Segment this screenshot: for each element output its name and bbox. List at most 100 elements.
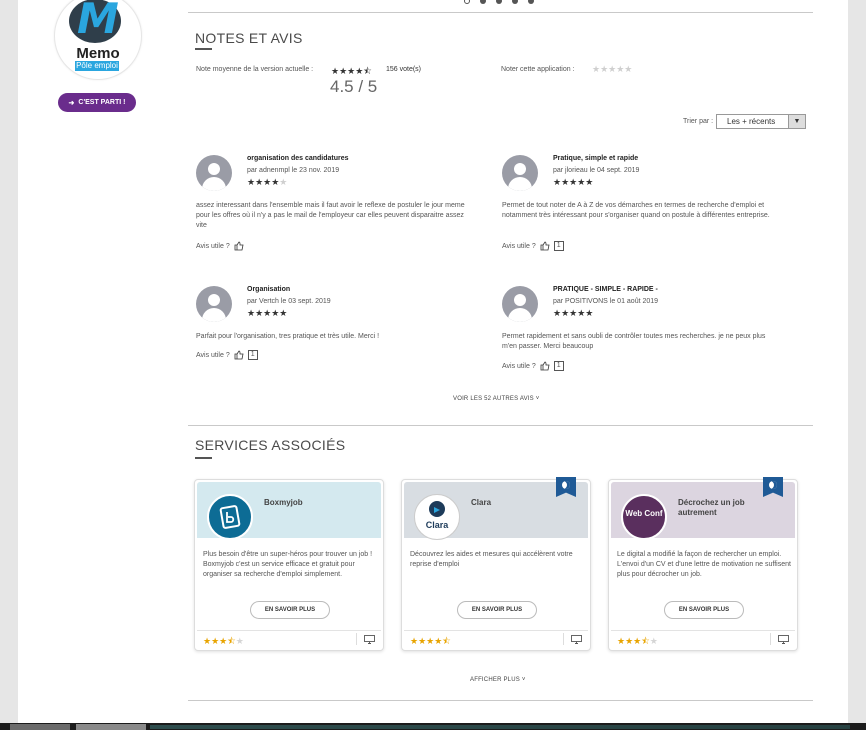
service-stars: ★★★⯪★ xyxy=(203,636,244,646)
carousel-dot[interactable] xyxy=(528,0,534,4)
review-title: Organisation xyxy=(247,286,291,293)
carousel-dot[interactable] xyxy=(464,0,470,4)
avatar xyxy=(196,286,232,322)
chevron-down-icon: ˅ xyxy=(535,396,540,402)
service-footer: ★★★★⯪ xyxy=(404,630,588,648)
divider xyxy=(188,425,813,426)
carousel-pagination xyxy=(464,0,534,4)
useful-count: 1 xyxy=(553,361,564,371)
review-author: par POSITIVONS le 01 août 2019 xyxy=(553,298,659,305)
review-stars: ★★★★★ xyxy=(247,308,288,318)
show-more-services-label: AFFICHER PLUS xyxy=(470,677,520,683)
boxmyjob-logo-icon xyxy=(207,494,253,540)
rate-app-label: Noter cette application : xyxy=(501,66,575,73)
taskbar-strip xyxy=(150,725,850,729)
carousel-dot[interactable] xyxy=(512,0,518,4)
vote-count: 156 vote(s) xyxy=(386,66,422,73)
service-card-clara[interactable]: Clara Clara Découvrez les aides et mesur… xyxy=(401,477,591,651)
review-text: Parfait pour l'organisation, tres pratiq… xyxy=(196,333,380,340)
review-title: Pratique, simple et rapide xyxy=(553,155,639,162)
review-stars: ★★★★★ xyxy=(553,308,594,318)
clara-logo-text: Clara xyxy=(425,520,449,530)
useful-count: 1 xyxy=(553,241,564,251)
app-logo: M Memo Pôle emploi xyxy=(54,0,142,80)
start-button[interactable]: ➜ C'EST PARTI ! xyxy=(58,93,136,112)
service-footer: ★★★⯪★ xyxy=(611,630,795,648)
thumbs-up-icon[interactable] xyxy=(234,350,244,360)
review-author: par jlorieau le 04 sept. 2019 xyxy=(553,167,640,174)
show-more-services-link[interactable]: AFFICHER PLUS ˅ xyxy=(470,677,526,683)
taskbar-item[interactable] xyxy=(76,724,146,730)
review-useful: Avis utile ? 1 xyxy=(502,241,564,251)
review-stars: ★★★★★ xyxy=(553,177,594,187)
divider xyxy=(356,633,357,645)
sort-select-value: Les + récents xyxy=(727,117,776,126)
title-underline xyxy=(195,48,212,50)
service-name: Clara xyxy=(471,498,492,507)
page-content: M Memo Pôle emploi ➜ C'EST PARTI ! NOTES… xyxy=(18,0,848,723)
avatar xyxy=(502,286,538,322)
divider xyxy=(188,700,813,701)
useful-label: Avis utile ? xyxy=(502,362,536,370)
thumbs-up-icon[interactable] xyxy=(540,241,550,251)
taskbar-item[interactable] xyxy=(10,724,70,730)
thumbs-up-icon[interactable] xyxy=(234,241,244,251)
ratings-title: NOTES ET AVIS xyxy=(195,30,303,46)
service-card-boxmyjob[interactable]: Boxmyjob Plus besoin d'être un super-hér… xyxy=(194,479,384,651)
service-stars: ★★★★⯪ xyxy=(410,636,451,646)
sort-select[interactable]: Les + récents ▼ xyxy=(716,114,806,129)
clara-logo-icon: Clara xyxy=(414,494,460,540)
see-more-reviews-link[interactable]: VOIR LES 52 AUTRES AVIS ˅ xyxy=(453,396,539,402)
sort-label: Trier par : xyxy=(683,118,714,125)
review-useful: Avis utile ? 1 xyxy=(196,350,258,360)
thumbs-up-icon[interactable] xyxy=(540,361,550,371)
service-description: Le digital a modifié la façon de recherc… xyxy=(617,551,791,578)
learn-more-button[interactable]: EN SAVOIR PLUS xyxy=(457,601,537,619)
avatar xyxy=(196,155,232,191)
arrow-right-icon: ➜ xyxy=(68,99,75,107)
service-description: Plus besoin d'être un super-héros pour t… xyxy=(203,551,373,578)
service-name: Décrochez un job autrement xyxy=(678,498,745,517)
chevron-down-icon: ˅ xyxy=(521,677,526,683)
divider xyxy=(188,12,813,13)
carousel-dot[interactable] xyxy=(496,0,502,4)
desktop-icon xyxy=(571,635,582,644)
useful-count: 1 xyxy=(247,350,258,360)
logo-m-letter: M xyxy=(77,0,119,43)
desktop-icon xyxy=(364,635,375,644)
learn-more-button[interactable]: EN SAVOIR PLUS xyxy=(250,601,330,619)
review-author: par adnenmpl le 23 nov. 2019 xyxy=(247,167,340,174)
divider xyxy=(770,633,771,645)
service-name: Boxmyjob xyxy=(264,498,303,507)
review-text: assez interessant dans l'ensemble mais i… xyxy=(196,202,465,229)
review-title: organisation des candidatures xyxy=(247,155,349,162)
os-taskbar xyxy=(0,723,866,730)
learn-more-button[interactable]: EN SAVOIR PLUS xyxy=(664,601,744,619)
carousel-dot[interactable] xyxy=(480,0,486,4)
service-card-webconf[interactable]: Web Conf Décrochez un job autrement Le d… xyxy=(608,477,798,651)
review-author: par Vertch le 03 sept. 2019 xyxy=(247,298,331,305)
services-title: SERVICES ASSOCIÉS xyxy=(195,437,346,453)
start-button-label: C'EST PARTI ! xyxy=(78,99,126,106)
service-footer: ★★★⯪★ xyxy=(197,630,381,648)
review-title: PRATIQUE - SIMPLE - RAPIDE - xyxy=(553,286,658,293)
see-more-reviews-label: VOIR LES 52 AUTRES AVIS xyxy=(453,396,534,402)
logo-subtitle: Pôle emploi xyxy=(75,61,119,71)
useful-label: Avis utile ? xyxy=(502,242,536,250)
review-useful: Avis utile ? xyxy=(196,241,244,251)
average-score: 4.5 / 5 xyxy=(330,77,378,96)
avatar xyxy=(502,155,538,191)
rate-app-stars[interactable]: ★★★★★ xyxy=(592,64,632,75)
average-rating-label: Note moyenne de la version actuelle : xyxy=(196,66,314,73)
useful-label: Avis utile ? xyxy=(196,242,230,250)
webconf-logo-icon: Web Conf xyxy=(621,494,667,540)
review-useful: Avis utile ? 1 xyxy=(502,361,564,371)
service-stars: ★★★⯪★ xyxy=(617,636,658,646)
title-underline xyxy=(195,457,212,459)
review-stars: ★★★★★ xyxy=(247,177,288,187)
webconf-logo-text: Web Conf xyxy=(625,509,663,518)
useful-label: Avis utile ? xyxy=(196,351,230,359)
review-text: Permet de tout noter de A à Z de vos dém… xyxy=(502,202,770,219)
chevron-down-icon: ▼ xyxy=(788,115,805,128)
desktop-icon xyxy=(778,635,789,644)
